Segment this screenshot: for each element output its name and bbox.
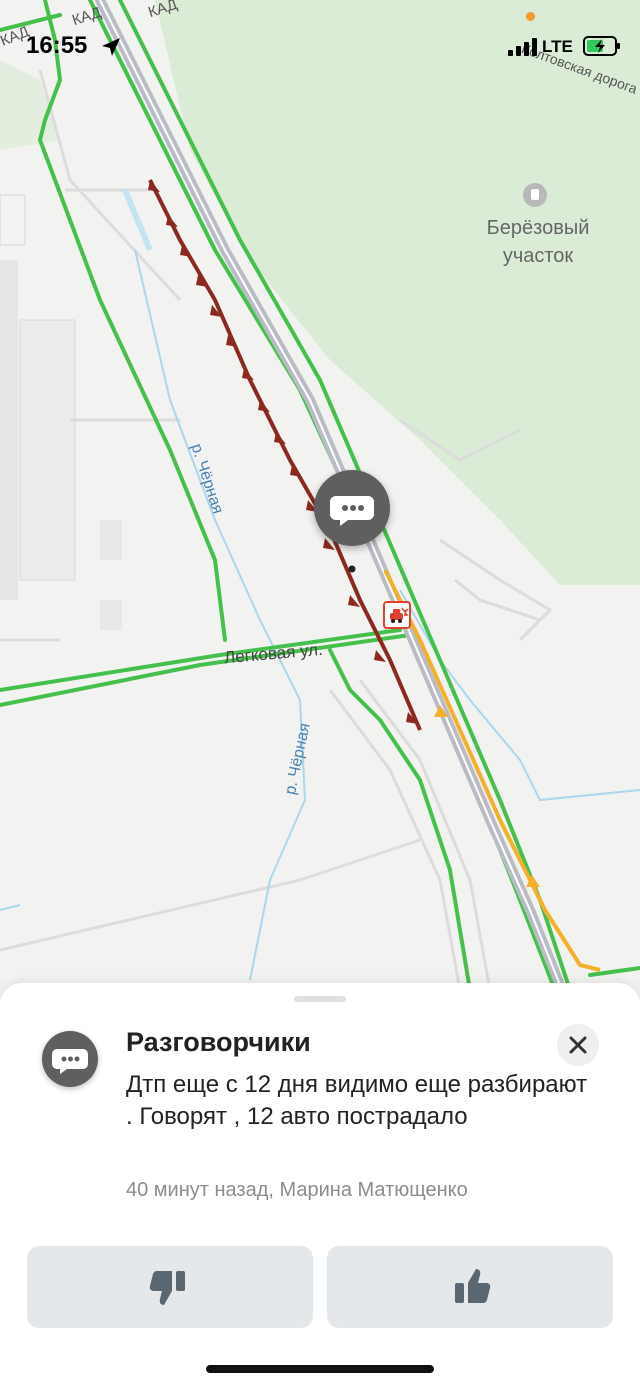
event-bottom-sheet[interactable]: Разговорчики Дтп еще с 12 дня видимо еще… xyxy=(0,983,640,1387)
dislike-button[interactable] xyxy=(27,1246,313,1328)
poi-pin-icon[interactable] xyxy=(523,183,547,207)
map-view[interactable]: КАД КАД КАД Колтовская дорога Берёзовый … xyxy=(0,0,640,1000)
accident-marker[interactable] xyxy=(383,601,411,629)
battery-charging-icon xyxy=(583,36,620,56)
chat-marker[interactable] xyxy=(314,470,390,546)
thumbs-up-icon xyxy=(455,1269,491,1303)
chat-category-badge xyxy=(42,1031,98,1087)
event-message: Дтп еще с 12 дня видимо еще разбирают . … xyxy=(126,1071,588,1130)
forest-label: Берёзовый участок xyxy=(486,217,590,267)
like-button[interactable] xyxy=(327,1246,613,1328)
thumbs-down-icon xyxy=(149,1271,185,1305)
status-bar: 16:55 LTE xyxy=(0,0,640,90)
car-crash-icon xyxy=(390,607,409,623)
status-time: 16:55 xyxy=(26,32,88,59)
event-meta: 40 минут назад, Марина Матющенко xyxy=(126,1179,468,1201)
signal-bars-icon xyxy=(508,38,537,56)
chat-bubble-icon xyxy=(330,496,374,526)
close-button[interactable] xyxy=(557,1024,599,1066)
network-type: LTE xyxy=(542,37,573,56)
close-icon xyxy=(569,1036,587,1054)
event-title: Разговорчики xyxy=(126,1027,311,1057)
sheet-grabber[interactable] xyxy=(294,996,346,1002)
location-arrow-icon xyxy=(102,38,120,56)
chat-bubble-icon xyxy=(52,1049,88,1074)
home-indicator[interactable] xyxy=(206,1365,434,1373)
